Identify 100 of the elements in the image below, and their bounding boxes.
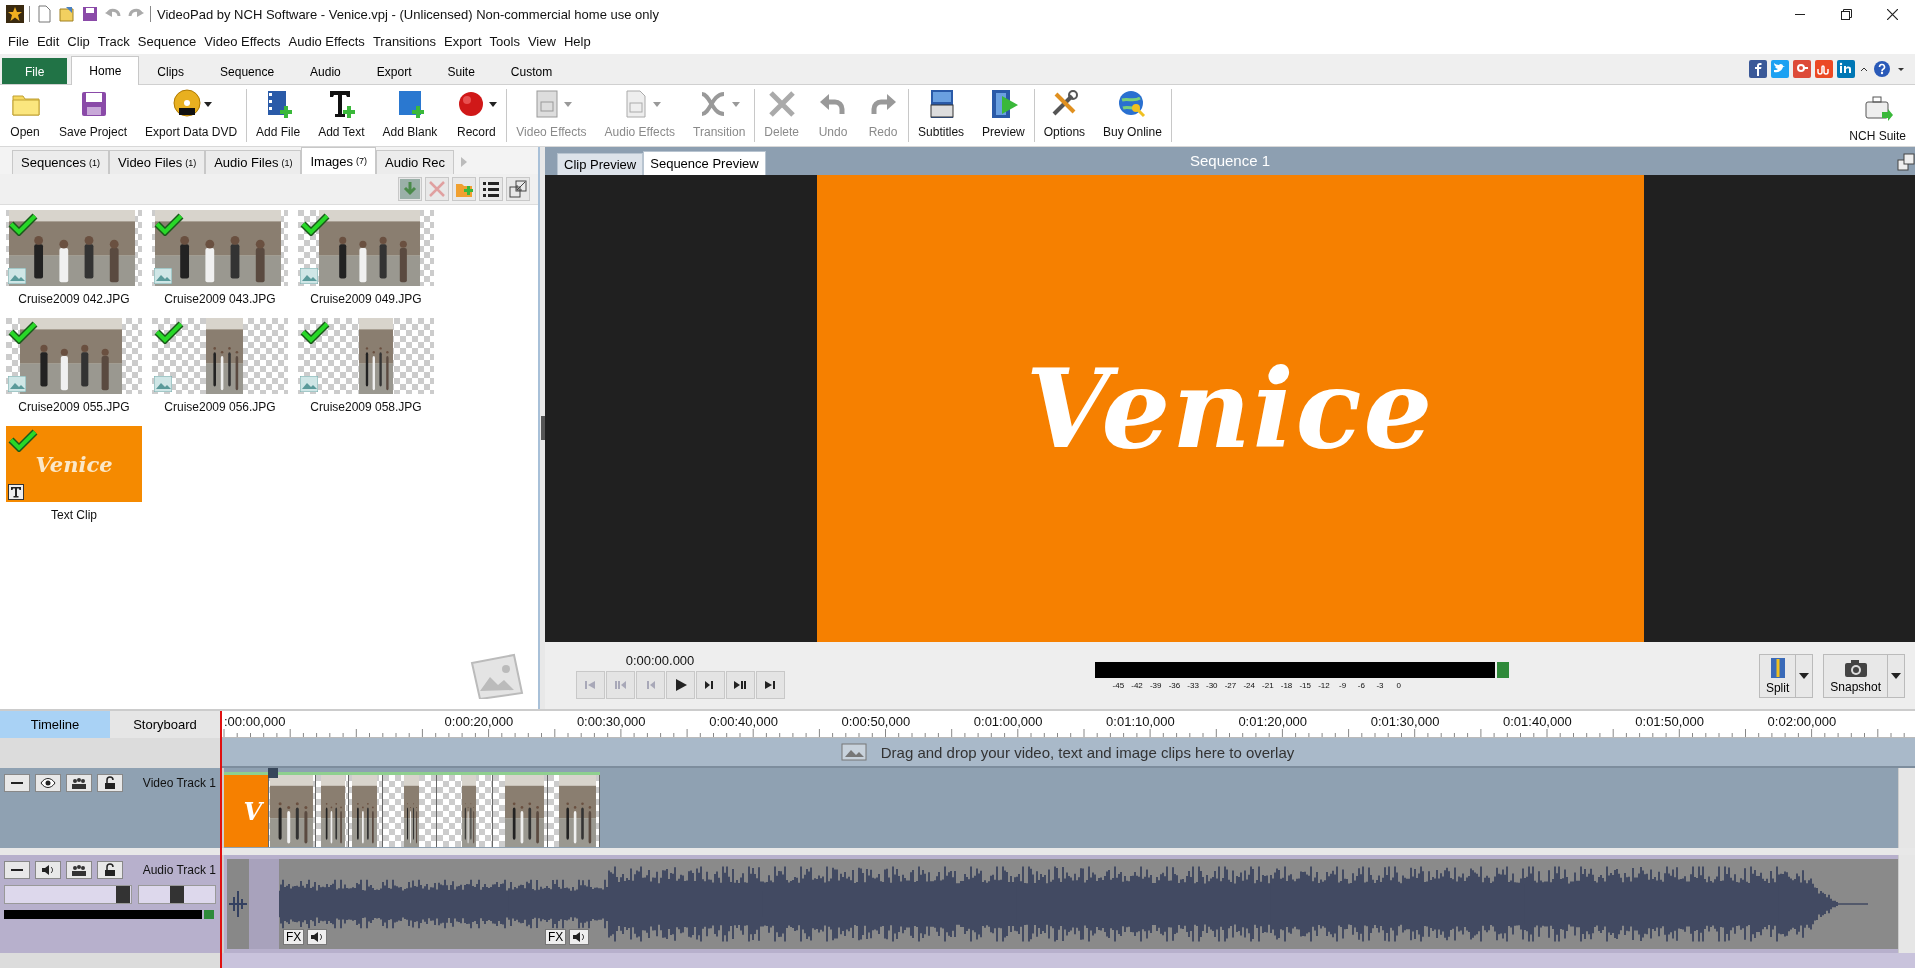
eye-icon[interactable] bbox=[40, 776, 56, 790]
slider-thumb[interactable] bbox=[116, 886, 131, 903]
open-file-icon[interactable] bbox=[58, 5, 76, 23]
save-icon[interactable] bbox=[81, 5, 99, 23]
preview-tab[interactable]: Clip Preview bbox=[557, 153, 644, 175]
menu-item[interactable]: Audio Effects bbox=[284, 33, 369, 49]
file-name: Cruise2009 049.JPG bbox=[310, 292, 422, 306]
time-display: 0:00:00.000 bbox=[625, 652, 695, 668]
menu-item[interactable]: Track bbox=[93, 33, 134, 49]
timeline-tab[interactable]: Timeline bbox=[0, 711, 110, 738]
slider-thumb[interactable] bbox=[170, 886, 184, 903]
menu-item[interactable]: File bbox=[4, 33, 33, 49]
title-text: Venice bbox=[1025, 345, 1435, 472]
open-button[interactable]: Open bbox=[0, 89, 50, 142]
file-name: Cruise2009 055.JPG bbox=[18, 400, 130, 414]
ribbon-tab[interactable]: Suite bbox=[429, 58, 493, 84]
timeline-tab[interactable]: Storyboard bbox=[110, 711, 220, 738]
menu-item[interactable]: Sequence bbox=[133, 33, 201, 49]
volume-slider[interactable] bbox=[4, 885, 132, 904]
time-label: 0:01:10,000 bbox=[1106, 714, 1175, 729]
menu-item[interactable]: View bbox=[523, 33, 560, 49]
list-view-icon[interactable] bbox=[481, 179, 501, 199]
buy-online-button[interactable]: Buy Online bbox=[1094, 89, 1171, 142]
add-text-button[interactable]: Add Text bbox=[309, 89, 374, 142]
options-button[interactable]: Options bbox=[1034, 89, 1095, 142]
export-dvd-button[interactable]: Export Data DVD bbox=[136, 89, 247, 142]
meter-scale-label: -36 bbox=[1167, 680, 1182, 690]
record-button[interactable]: Record bbox=[446, 89, 507, 142]
group-icon[interactable] bbox=[71, 776, 87, 790]
media-tab[interactable]: Sequences $^{(1)}$ bbox=[12, 150, 110, 174]
track-splitter[interactable] bbox=[0, 848, 1915, 855]
image-placeholder-icon bbox=[468, 653, 524, 699]
peak-indicator bbox=[204, 910, 214, 919]
transition-marker[interactable] bbox=[268, 768, 278, 778]
app-logo-icon bbox=[6, 5, 24, 23]
ribbon-tab[interactable]: Custom bbox=[492, 58, 571, 84]
effects-button[interactable]: FX bbox=[283, 929, 305, 945]
time-label: 0:02:00,000 bbox=[1767, 714, 1837, 729]
menu-item[interactable]: Tools bbox=[485, 33, 524, 49]
ribbon-tab[interactable]: Sequence bbox=[202, 58, 293, 84]
scrollbar[interactable] bbox=[1898, 768, 1915, 848]
menu-item[interactable]: Clip bbox=[63, 33, 94, 49]
help-icon[interactable] bbox=[1873, 60, 1893, 78]
media-tab[interactable]: Audio Files $^{(1)}$ bbox=[205, 150, 302, 174]
effects-button[interactable]: FX bbox=[545, 929, 567, 945]
time-label: 0:00:20,000 bbox=[444, 714, 514, 729]
media-tab[interactable]: Images $^{(7)}$ bbox=[301, 147, 377, 174]
meter-scale-label: -3 bbox=[1375, 680, 1385, 690]
social-share-icon[interactable] bbox=[1837, 60, 1855, 78]
media-tab[interactable]: Video Files $^{(1)}$ bbox=[109, 150, 206, 174]
scrollbar[interactable] bbox=[1898, 855, 1915, 953]
ribbon-tab[interactable]: Home bbox=[71, 56, 140, 85]
file-name: Cruise2009 058.JPG bbox=[310, 400, 422, 414]
add-blank-button[interactable]: Add Blank bbox=[373, 89, 447, 142]
subtitles-button[interactable]: Subtitles bbox=[909, 89, 974, 142]
speaker-icon[interactable] bbox=[572, 930, 587, 944]
lock-icon[interactable] bbox=[102, 863, 118, 877]
undock-icon[interactable] bbox=[508, 179, 528, 199]
close-icon bbox=[1886, 8, 1898, 20]
file-menu-button[interactable]: File bbox=[2, 58, 68, 84]
caret-icon bbox=[1891, 672, 1901, 679]
image-type-icon bbox=[300, 268, 318, 284]
menu-item[interactable]: Edit bbox=[32, 33, 64, 49]
pan-slider[interactable] bbox=[138, 885, 216, 904]
save-project-button[interactable]: Save Project bbox=[50, 89, 137, 142]
menu-item[interactable]: Transitions bbox=[368, 33, 440, 49]
track-name: Video Track 1 bbox=[142, 776, 217, 790]
waveform bbox=[229, 891, 247, 917]
meter-scale-label: 0 bbox=[1395, 680, 1402, 690]
social-share-icon[interactable] bbox=[1749, 60, 1767, 78]
snapshot-button[interactable]: Snapshot bbox=[1823, 653, 1905, 698]
group-icon[interactable] bbox=[71, 863, 87, 877]
time-label: :00:00,000 bbox=[224, 714, 286, 729]
lock-icon[interactable] bbox=[102, 776, 118, 790]
undock-icon[interactable] bbox=[1897, 153, 1915, 171]
split-button[interactable]: Split bbox=[1758, 653, 1814, 698]
media-tab[interactable]: Audio Rec bbox=[376, 150, 455, 174]
splitter-handle-icon[interactable] bbox=[540, 416, 545, 440]
meter-scale-label: -21 bbox=[1261, 680, 1275, 690]
ribbon-tab[interactable]: Clips bbox=[139, 58, 203, 84]
nch-suite-button[interactable]: NCH Suite bbox=[1840, 85, 1915, 146]
meter-scale-label: -39 bbox=[1148, 680, 1163, 690]
preview-tab[interactable]: Sequence Preview bbox=[643, 151, 766, 175]
ribbon-tab[interactable]: Audio bbox=[292, 58, 359, 84]
preview-button[interactable]: Preview bbox=[973, 89, 1034, 142]
meter-scale-label: -15 bbox=[1298, 680, 1312, 690]
menu-item[interactable]: Help bbox=[559, 33, 595, 49]
social-share-icon[interactable] bbox=[1793, 60, 1811, 78]
speaker-icon[interactable] bbox=[40, 863, 56, 877]
image-type-icon bbox=[154, 268, 172, 284]
speaker-icon[interactable] bbox=[310, 930, 325, 944]
sequence-title: Sequence 1 bbox=[1189, 152, 1271, 169]
bird-icon[interactable] bbox=[1771, 60, 1789, 78]
timeline-ruler[interactable]: :00:00,000 0:00:20,000 0:00:30,000 0:00:40,000 0:00:50,000 0:01:00,000 0:01:10,000 0:01:20,000 0:01:30,000 0:01:40,000 0:01:50,000 0:02:00,000 bbox=[220, 711, 1915, 738]
menu-item[interactable]: Export bbox=[440, 33, 486, 49]
social-share-icon[interactable] bbox=[1815, 60, 1833, 78]
ribbon-tab[interactable]: Export bbox=[358, 58, 430, 84]
meter-scale-label: -9 bbox=[1338, 680, 1348, 690]
menu-item[interactable]: Video Effects bbox=[200, 33, 285, 49]
add-file-button[interactable]: Add File bbox=[247, 89, 310, 142]
